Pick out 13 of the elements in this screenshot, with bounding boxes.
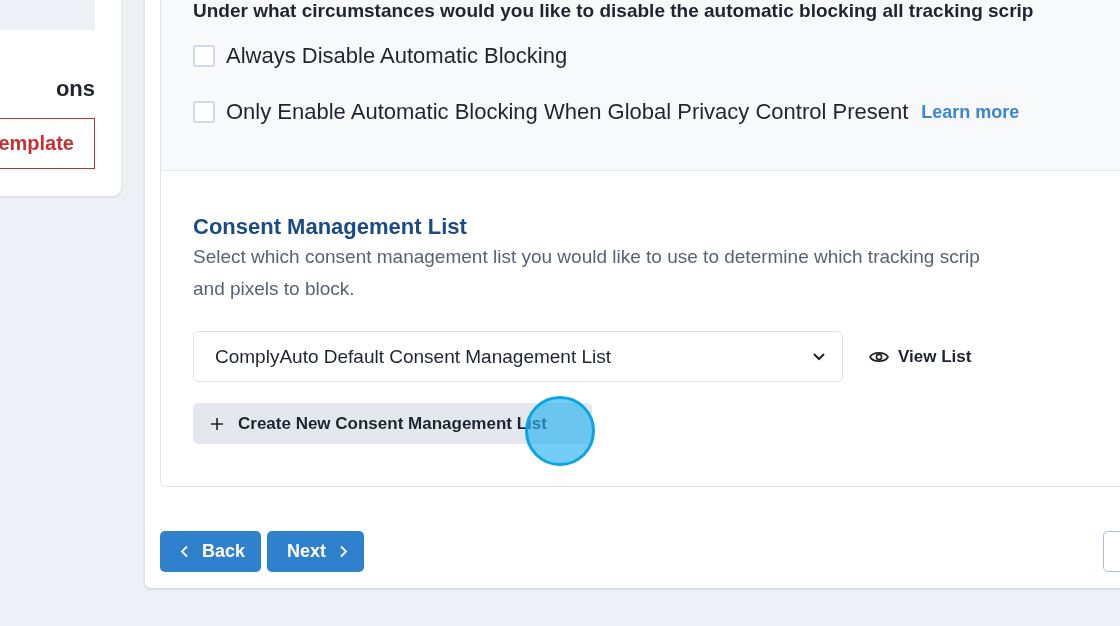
option-label: Only Enable Automatic Blocking When Global Privacy Control Present (226, 99, 909, 125)
view-list-link[interactable]: View List (857, 346, 984, 367)
learn-more-link[interactable]: Learn more (921, 101, 1020, 123)
question-text: Under what circumstances would you like to disable the automatic blocking all tracking scrip (193, 0, 1035, 22)
description-text: Select which consent management list you would like to use to determine which tracking scrip (193, 245, 980, 269)
next-button[interactable]: Next (267, 531, 365, 572)
section-heading: ons (55, 76, 95, 102)
section-title: Consent Management List (193, 213, 467, 241)
list-select[interactable]: ComplyAuto Default Consent Management List (193, 331, 843, 382)
description-text: and pixels to block. (193, 277, 355, 301)
option-label: Always Disable Automatic Blocking (226, 43, 568, 69)
template-button[interactable]: emplate (0, 118, 95, 169)
back-button[interactable]: Back (160, 531, 262, 572)
